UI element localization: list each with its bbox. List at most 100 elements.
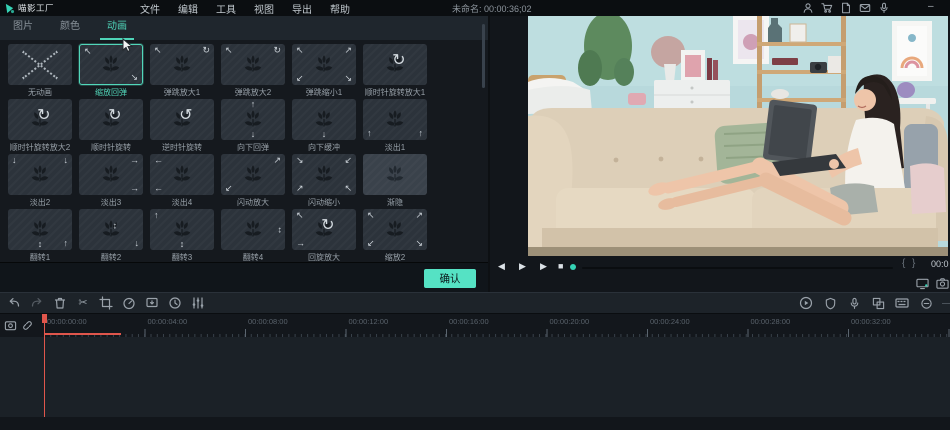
menu-export[interactable]: 导出 — [292, 1, 312, 16]
animation-thumbnail[interactable] — [363, 154, 427, 195]
snapshot-camera-icon[interactable] — [936, 277, 949, 290]
animation-thumbnail[interactable]: ↑↓ — [221, 99, 285, 140]
menu-edit[interactable]: 编辑 — [178, 1, 198, 16]
animation-tile-label: 弹跳放大2 — [221, 87, 285, 98]
animation-tile-6[interactable]: ↻顺时针旋转放大1 — [363, 44, 427, 99]
animation-tile-24[interactable]: ↖↗↙↘缩放2 — [363, 209, 427, 264]
record-voiceover-icon[interactable] — [846, 295, 862, 311]
tab-color[interactable]: 颜色 — [53, 16, 87, 40]
animation-tile-10[interactable]: ↑↓向下回弹 — [221, 99, 285, 154]
tab-picture[interactable]: 图片 — [6, 16, 40, 40]
animation-thumbnail[interactable]: ↕↑ — [8, 209, 72, 250]
zoom-out-icon[interactable] — [918, 295, 934, 311]
animation-tile-21[interactable]: ↑↕翻转3 — [150, 209, 214, 264]
next-frame-button[interactable]: ▶ — [540, 260, 547, 272]
animation-tile-22[interactable]: ↕翻转4 — [221, 209, 285, 264]
track-manager-icon[interactable] — [870, 295, 886, 311]
previous-frame-button[interactable]: ◀ — [498, 260, 505, 272]
animation-thumbnail[interactable]: ↖→↻ — [292, 209, 356, 250]
animation-thumbnail[interactable] — [8, 44, 72, 85]
cart-icon[interactable] — [821, 2, 833, 14]
timeline-toolbar: ✂ — [0, 292, 950, 313]
shortcut-keyboard-icon[interactable] — [894, 295, 910, 311]
shield-icon[interactable] — [822, 295, 838, 311]
animation-tile-9[interactable]: ↺ 逆时针旋转 — [150, 99, 214, 154]
animation-arrow-icon: ↕ — [113, 222, 118, 231]
animation-tile-15[interactable]: ←←淡出4 — [150, 154, 214, 209]
animation-thumbnail[interactable]: ↖↻ — [150, 44, 214, 85]
animation-tile-23[interactable]: ↖→↻回旋放大 — [292, 209, 356, 264]
animation-tile-20[interactable]: ↕↓翻转2 — [79, 209, 143, 264]
marker-icon[interactable] — [144, 295, 160, 311]
animation-thumbnail[interactable]: ↖↗↙↘ — [292, 44, 356, 85]
animation-tile-13[interactable]: ↓↓淡出2 — [8, 154, 72, 209]
menu-tools[interactable]: 工具 — [216, 1, 236, 16]
animation-thumbnail[interactable]: ↻ — [363, 44, 427, 85]
mark-in-icon[interactable]: { — [902, 258, 905, 269]
display-device-icon[interactable] — [916, 277, 929, 290]
confirm-bar: 确认 — [0, 262, 488, 292]
animation-tile-14[interactable]: →→淡出3 — [79, 154, 143, 209]
animation-thumbnail[interactable]: ↘↙↗↖ — [292, 154, 356, 195]
user-icon[interactable] — [802, 2, 814, 14]
play-button[interactable]: ▶ — [519, 260, 526, 272]
animation-thumbnail[interactable]: ↕ — [221, 209, 285, 250]
link-icon[interactable] — [21, 319, 34, 332]
megaphone-icon[interactable] — [878, 2, 890, 14]
animation-thumbnail[interactable]: ↖↗↙↘ — [363, 209, 427, 250]
animation-tile-label: 逆时针旋转 — [150, 142, 214, 153]
playhead-dot[interactable] — [570, 264, 576, 270]
minimize-button[interactable]: – — [928, 0, 934, 14]
animation-thumbnail[interactable]: ←← — [150, 154, 214, 195]
animation-tile-label: 无动画 — [8, 87, 72, 98]
mail-icon[interactable] — [859, 2, 871, 14]
animation-tile-5[interactable]: ↖↗↙↘弹跳缩小1 — [292, 44, 356, 99]
animation-tile-3[interactable]: ↖↻弹跳放大1 — [150, 44, 214, 99]
animation-tile-8[interactable]: ↻顺时针旋转 — [79, 99, 143, 154]
animation-thumbnail[interactable]: ↕↓ — [79, 209, 143, 250]
render-preview-icon[interactable] — [798, 295, 814, 311]
menu-view[interactable]: 视图 — [254, 1, 274, 16]
timeline-zoom-slider[interactable] — [942, 295, 950, 311]
animation-tile-11[interactable]: ↓ 向下缓冲 — [292, 99, 356, 154]
animation-thumbnail[interactable]: ↑↑ — [363, 99, 427, 140]
animation-thumbnail[interactable]: ↓ — [292, 99, 356, 140]
animation-tile-4[interactable]: ↖↻ 弹跳放大2 — [221, 44, 285, 99]
animation-tile-18[interactable]: 渐隐 — [363, 154, 427, 209]
delete-icon[interactable] — [52, 295, 68, 311]
animation-tile-7[interactable]: ↻顺时针旋转放大2 — [8, 99, 72, 154]
mark-out-icon[interactable]: } — [912, 258, 915, 269]
grid-scrollbar[interactable] — [482, 24, 485, 88]
redo-icon[interactable] — [29, 295, 45, 311]
animation-thumbnail[interactable]: ↻ — [79, 99, 143, 140]
tab-animation[interactable]: 动画 — [100, 16, 134, 40]
menu-file[interactable]: 文件 — [140, 1, 160, 16]
animation-tile-label: 向下缓冲 — [292, 142, 356, 153]
animation-tile-19[interactable]: ↕↑翻转1 — [8, 209, 72, 264]
speed-icon[interactable] — [121, 295, 137, 311]
seek-track[interactable] — [582, 267, 893, 269]
undo-icon[interactable] — [6, 295, 22, 311]
animation-thumbnail[interactable]: ↻ — [8, 99, 72, 140]
animation-tile-12[interactable]: ↑↑淡出1 — [363, 99, 427, 154]
document-icon[interactable] — [840, 2, 852, 14]
animation-thumbnail[interactable]: ↺ — [150, 99, 214, 140]
crop-icon[interactable] — [98, 295, 114, 311]
animation-tile-17[interactable]: ↘↙↗↖闪动缩小 — [292, 154, 356, 209]
animation-thumbnail[interactable]: ↑↕ — [150, 209, 214, 250]
animation-thumbnail[interactable]: ↖↻ — [221, 44, 285, 85]
animation-arrow-icon: → — [130, 156, 139, 165]
confirm-button[interactable]: 确认 — [424, 269, 476, 288]
animation-thumbnail[interactable]: ↓↓ — [8, 154, 72, 195]
record-icon[interactable] — [4, 319, 17, 332]
duration-icon[interactable] — [167, 295, 183, 311]
animation-tile-1[interactable]: 无动画 — [8, 44, 72, 99]
animation-thumbnail[interactable]: →→ — [79, 154, 143, 195]
split-icon[interactable]: ✂ — [75, 295, 91, 311]
menu-help[interactable]: 帮助 — [330, 1, 350, 16]
stop-button[interactable]: ■ — [558, 260, 563, 272]
flower-icon — [311, 52, 337, 78]
animation-thumbnail[interactable]: ↗↙ — [221, 154, 285, 195]
animation-tile-16[interactable]: ↗↙闪动放大 — [221, 154, 285, 209]
mixer-icon[interactable] — [190, 295, 206, 311]
